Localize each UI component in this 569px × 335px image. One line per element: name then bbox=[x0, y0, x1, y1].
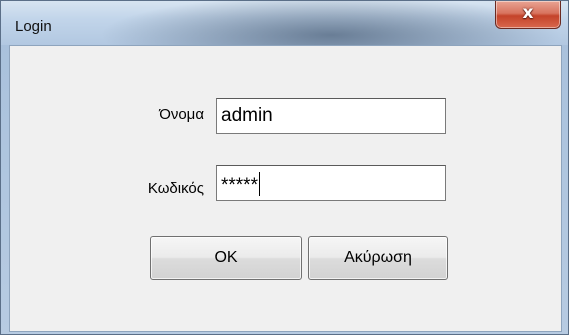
title-bar[interactable]: Login x bbox=[1, 1, 568, 45]
password-input[interactable]: ***** bbox=[216, 165, 446, 201]
password-input-value: ***** bbox=[221, 175, 258, 196]
password-label: Κωδικός bbox=[147, 180, 204, 197]
dialog-body: Όνομα admin Κωδικός ***** OK Ακύρωση bbox=[9, 45, 562, 332]
name-label: Όνομα bbox=[159, 106, 204, 123]
cancel-button[interactable]: Ακύρωση bbox=[308, 236, 448, 280]
ok-button[interactable]: OK bbox=[150, 236, 302, 280]
login-dialog: Login x Όνομα admin Κωδικός ***** OK Ακύ… bbox=[0, 0, 569, 335]
close-icon: x bbox=[522, 3, 534, 23]
window-title: Login bbox=[15, 18, 52, 35]
name-input[interactable]: admin bbox=[216, 98, 446, 134]
name-input-value: admin bbox=[221, 105, 273, 126]
text-caret bbox=[258, 172, 260, 196]
close-button[interactable]: x bbox=[495, 1, 561, 29]
